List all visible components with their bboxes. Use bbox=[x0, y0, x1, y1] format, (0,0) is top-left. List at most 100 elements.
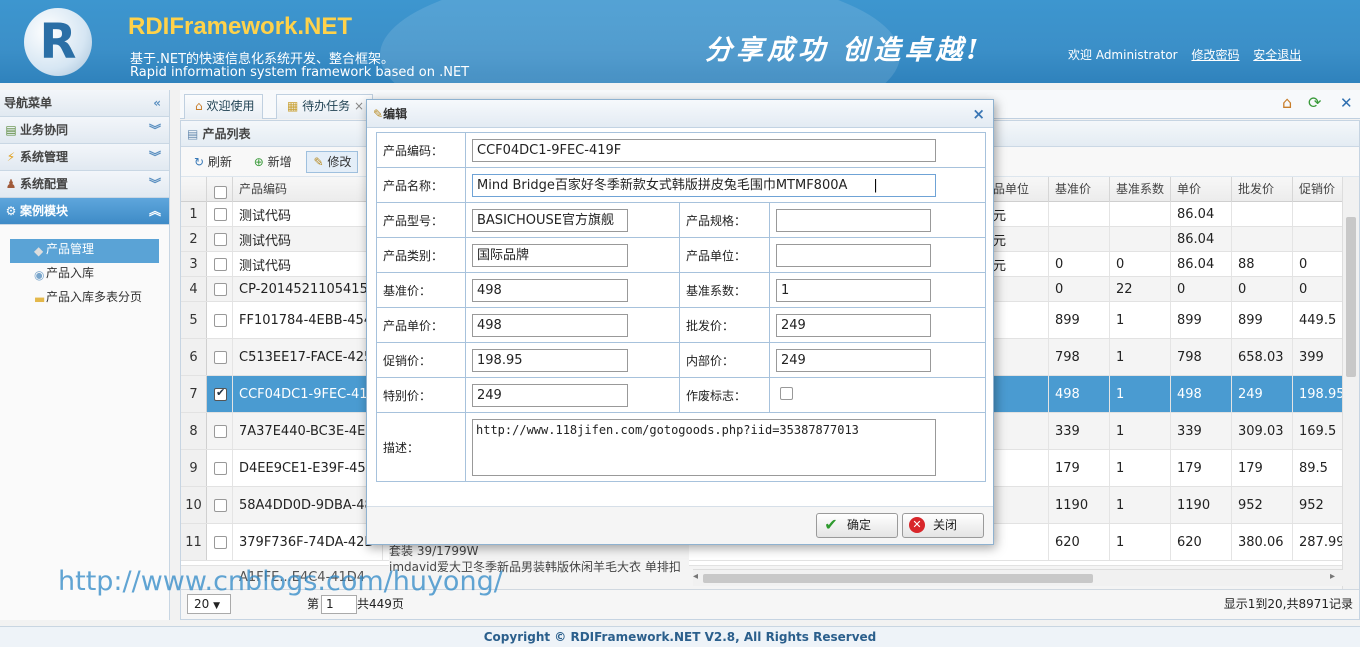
header-promo[interactable]: 促销价 bbox=[1293, 177, 1343, 202]
vertical-scrollbar[interactable] bbox=[1342, 177, 1359, 589]
row-checkbox[interactable] bbox=[214, 386, 227, 401]
add-button[interactable]: ⊕ 新增 bbox=[247, 151, 299, 173]
code-field[interactable]: CCF04DC1-9FEC-419F bbox=[472, 138, 936, 162]
folder-icon: ▬ bbox=[34, 292, 46, 306]
close-icon: ✕ bbox=[909, 517, 925, 533]
header-checkbox[interactable] bbox=[207, 177, 233, 202]
tree-item-product-stock-in-paging[interactable]: ▬ 产品入库多表分页 bbox=[10, 287, 159, 311]
spec-field[interactable] bbox=[776, 208, 931, 232]
name-field[interactable]: Mind Bridge百家好冬季新款女式韩版拼皮兔毛围巾MTMF800A | bbox=[472, 173, 936, 197]
row-checkbox[interactable] bbox=[214, 461, 227, 475]
ok-label: 确定 bbox=[847, 518, 872, 532]
promo-field[interactable]: 198.95 bbox=[472, 348, 628, 372]
header-base-coef[interactable]: 基准系数 bbox=[1110, 177, 1171, 202]
tab-welcome[interactable]: ⌂ 欢迎使用 bbox=[184, 94, 264, 119]
group-case-module[interactable]: ⚙ 案例模块 ︽ bbox=[0, 198, 169, 225]
page-size-select[interactable]: 20 ▼ bbox=[187, 594, 231, 614]
obsolete-checkbox[interactable] bbox=[780, 387, 793, 400]
close-button[interactable]: ✕ 关闭 bbox=[902, 513, 984, 538]
unit-price-field[interactable]: 498 bbox=[472, 313, 628, 337]
group-label: 系统配置 bbox=[20, 177, 69, 191]
close-icon[interactable]: ✕ bbox=[1340, 94, 1353, 112]
row-checkbox[interactable] bbox=[214, 257, 227, 271]
cell-code: 58A4DD0D-9DBA-48 bbox=[233, 487, 383, 523]
row-checkbox[interactable] bbox=[214, 424, 227, 438]
internal-field[interactable]: 249 bbox=[776, 348, 931, 372]
page-input[interactable]: 1 bbox=[321, 595, 357, 614]
tab-label: 欢迎使用 bbox=[206, 99, 255, 113]
row-number: 10 bbox=[181, 487, 207, 523]
row-11-note-1: 套装 39/1799W bbox=[389, 544, 479, 558]
row-checkbox[interactable] bbox=[214, 498, 227, 512]
row-checkbox[interactable] bbox=[214, 535, 227, 549]
cell-whole: 309.03 bbox=[1232, 413, 1293, 449]
select-all-checkbox[interactable] bbox=[214, 186, 227, 199]
scroll-thumb[interactable] bbox=[1346, 217, 1356, 377]
header-price[interactable]: 单价 bbox=[1171, 177, 1232, 202]
cell-unit bbox=[987, 413, 1049, 449]
row-checkbox[interactable] bbox=[214, 313, 227, 327]
row-checkbox-cell bbox=[207, 487, 233, 523]
header-wholesale[interactable]: 批发价 bbox=[1232, 177, 1293, 202]
model-field[interactable]: BASICHOUSE官方旗舰 bbox=[472, 208, 628, 232]
dialog-title: 编辑 bbox=[383, 107, 408, 121]
close-label: 关闭 bbox=[933, 518, 958, 532]
group-system-config[interactable]: ♟ 系统配置 ︾ bbox=[0, 171, 169, 198]
home-icon[interactable]: ⌂ bbox=[1282, 93, 1292, 112]
cell-base bbox=[1049, 202, 1110, 226]
cell-coef: 1 bbox=[1110, 524, 1171, 560]
row-checkbox[interactable] bbox=[214, 350, 227, 364]
header-code[interactable]: 产品编码 bbox=[233, 177, 383, 202]
row-number: 6 bbox=[181, 339, 207, 375]
cell-unit bbox=[987, 487, 1049, 523]
close-icon[interactable]: × bbox=[972, 100, 985, 128]
collapse-left-icon[interactable]: « bbox=[153, 90, 161, 116]
cell-code: D4EE9CE1-E39F-45E bbox=[233, 450, 383, 486]
group-label: 业务协同 bbox=[20, 123, 69, 137]
special-field[interactable]: 249 bbox=[472, 383, 628, 407]
cell-base: 620 bbox=[1049, 524, 1110, 560]
tree-item-product-stock-in[interactable]: ◉ 产品入库 bbox=[10, 263, 159, 287]
close-icon[interactable]: × bbox=[354, 99, 364, 113]
row-checkbox[interactable] bbox=[214, 282, 227, 296]
cell-promo: 198.95 bbox=[1293, 376, 1343, 412]
cell-whole: 179 bbox=[1232, 450, 1293, 486]
edit-button[interactable]: ✎ 修改 bbox=[306, 151, 359, 173]
horizontal-scrollbar[interactable]: ◂ ▸ bbox=[693, 569, 1343, 586]
page-size-value: 20 bbox=[194, 597, 210, 611]
row-checkbox[interactable] bbox=[214, 232, 227, 246]
cell-promo: 399 bbox=[1293, 339, 1343, 375]
header-base-price[interactable]: 基准价 bbox=[1049, 177, 1110, 202]
scroll-left-icon[interactable]: ◂ bbox=[693, 571, 698, 582]
refresh-button[interactable]: ↻ 刷新 bbox=[187, 151, 239, 173]
category-field[interactable]: 国际品牌 bbox=[472, 243, 628, 267]
group-system-manage[interactable]: ⚡ 系统管理 ︾ bbox=[0, 144, 169, 171]
tab-todo[interactable]: ▦ 待办任务 × bbox=[276, 94, 374, 119]
refresh-icon[interactable]: ⟳ bbox=[1308, 93, 1321, 112]
tree-item-product-manage[interactable]: ◆ 产品管理 bbox=[10, 239, 159, 263]
row-number: 1 bbox=[181, 202, 207, 226]
wholesale-field[interactable]: 249 bbox=[776, 313, 931, 337]
scroll-right-icon[interactable]: ▸ bbox=[1330, 571, 1335, 582]
cell-unit: 元 bbox=[987, 252, 1049, 276]
cell-code: 测试代码 bbox=[233, 202, 383, 226]
base-price-field[interactable]: 498 bbox=[472, 278, 628, 302]
cell-coef: 1 bbox=[1110, 376, 1171, 412]
cell-promo: 89.5 bbox=[1293, 450, 1343, 486]
logout-link[interactable]: 安全退出 bbox=[1253, 48, 1301, 62]
cell-base: 798 bbox=[1049, 339, 1110, 375]
base-coef-field[interactable]: 1 bbox=[776, 278, 931, 302]
row-checkbox-cell bbox=[207, 277, 233, 301]
row-checkbox[interactable] bbox=[214, 207, 227, 221]
header-unit[interactable]: 品单位 bbox=[987, 177, 1049, 202]
group-business[interactable]: ▤ 业务协同 ︾ bbox=[0, 117, 169, 144]
change-password-link[interactable]: 修改密码 bbox=[1191, 48, 1239, 62]
desc-textarea[interactable]: http://www.118jifen.com/gotogoods.php?ii… bbox=[472, 418, 936, 476]
cell-whole: 658.03 bbox=[1232, 339, 1293, 375]
cell-unit bbox=[987, 339, 1049, 375]
unit-field[interactable] bbox=[776, 243, 931, 267]
ok-button[interactable]: ✔ 确定 bbox=[816, 513, 898, 538]
check-icon: ✔ bbox=[824, 515, 838, 534]
row-number: 9 bbox=[181, 450, 207, 486]
scroll-thumb[interactable] bbox=[703, 574, 1093, 583]
